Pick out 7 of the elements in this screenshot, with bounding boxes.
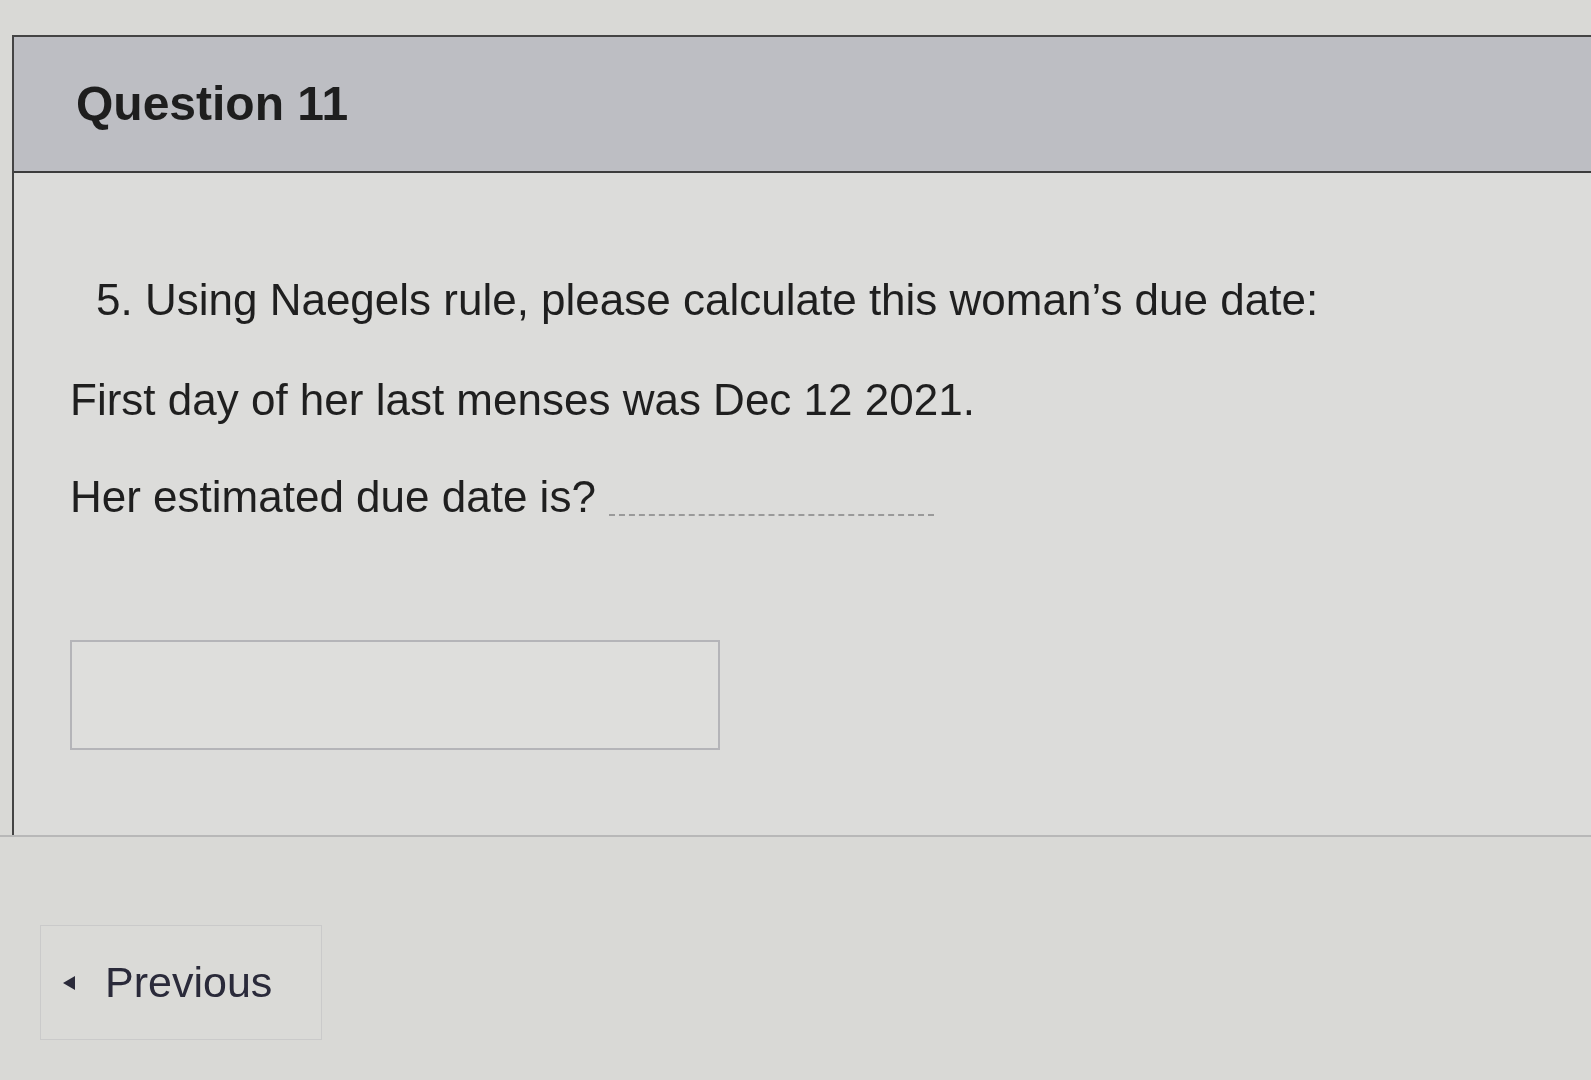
caret-left-icon [63,975,75,990]
question-detail-text: First day of her last menses was Dec 12 2021. [70,374,976,426]
answer-box[interactable] [70,640,720,750]
previous-button[interactable]: Previous [40,925,322,1040]
question-title: Question 11 [76,80,349,128]
fill-in-label: Her estimated due date is? [70,471,596,523]
question-text: 5. Using Naegels rule, please calculate this woman’s due date: [95,274,1320,326]
